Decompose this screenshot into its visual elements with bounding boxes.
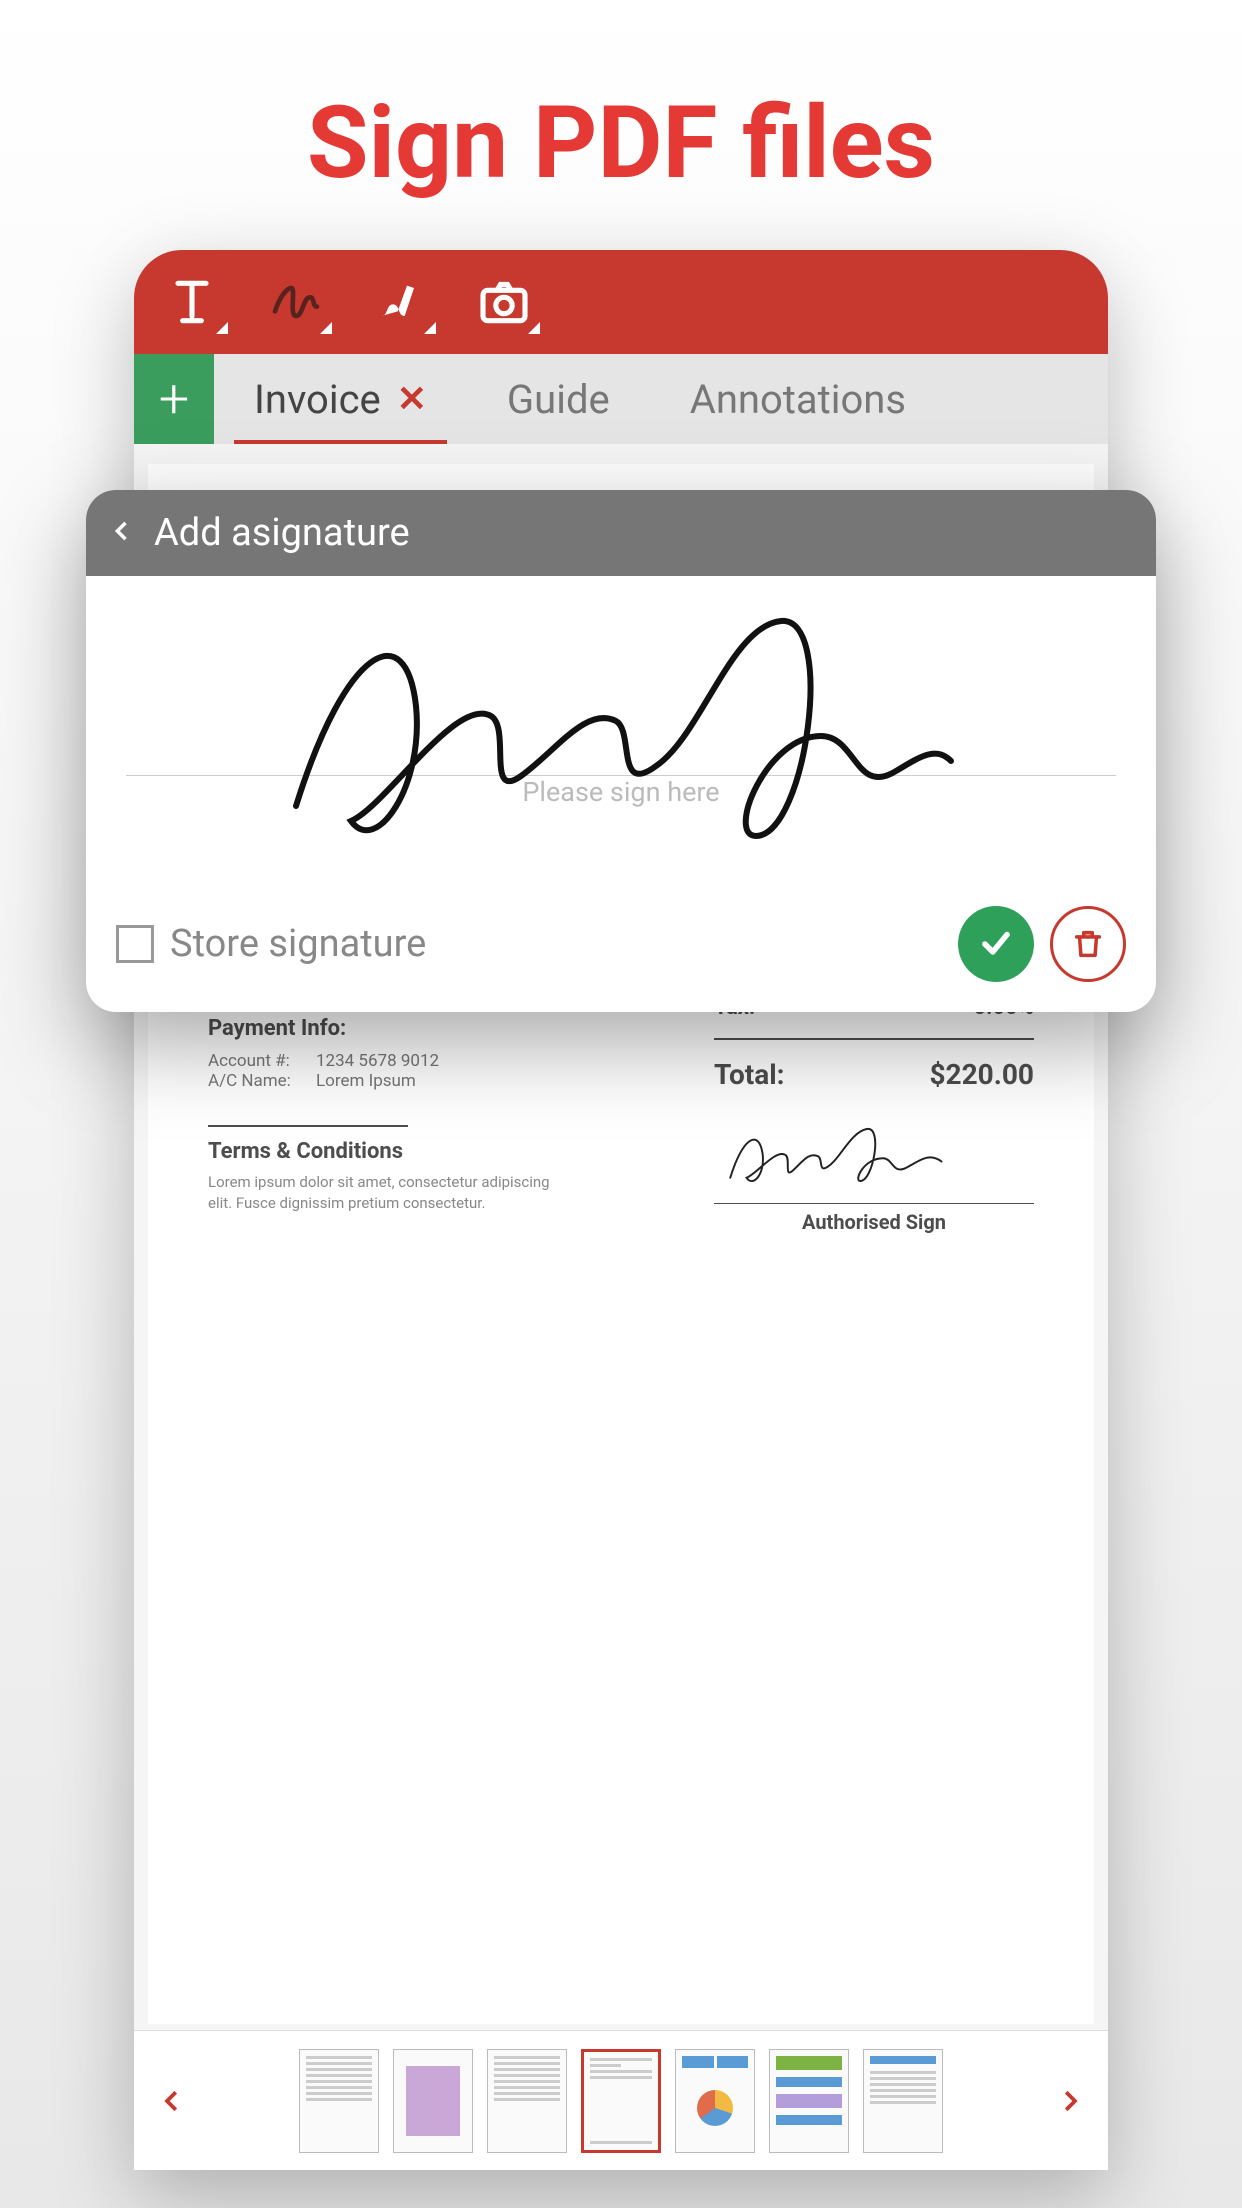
new-tab-button[interactable]: + xyxy=(134,354,214,444)
tab-bar: + Invoice ✕ Guide Annotations xyxy=(134,354,1108,444)
marketing-title: Sign PDF files xyxy=(0,0,1242,202)
tab-label: Invoice xyxy=(254,376,381,423)
signature-tool-icon[interactable] xyxy=(266,272,326,332)
terms-body: Lorem ipsum dolor sit amet, consectetur … xyxy=(208,1172,568,1214)
camera-tool-icon[interactable] xyxy=(474,272,534,332)
page-thumbnail[interactable] xyxy=(487,2049,567,2153)
page-thumbnail[interactable] xyxy=(393,2049,473,2153)
tab-invoice[interactable]: Invoice ✕ xyxy=(214,354,467,444)
close-icon[interactable]: ✕ xyxy=(397,378,427,420)
tab-label: Annotations xyxy=(690,376,906,423)
tab-annotations[interactable]: Annotations xyxy=(650,354,946,444)
back-icon[interactable] xyxy=(108,511,136,555)
prev-page-icon[interactable] xyxy=(152,2081,192,2121)
store-signature-checkbox[interactable] xyxy=(116,925,154,963)
add-signature-dialog: Add asignature Please sign here Store si… xyxy=(86,490,1156,1012)
signature-label: Authorised Sign xyxy=(714,1203,1034,1234)
terms-heading: Terms & Conditions xyxy=(208,1139,674,1164)
tab-guide[interactable]: Guide xyxy=(467,354,650,444)
placed-signature xyxy=(714,1115,974,1195)
signature-pad[interactable]: Please sign here xyxy=(86,576,1156,906)
page-thumbnail[interactable] xyxy=(581,2049,661,2153)
page-thumbnail[interactable] xyxy=(299,2049,379,2153)
page-thumbnail-bar xyxy=(134,2030,1108,2170)
delete-button[interactable] xyxy=(1050,906,1126,982)
text-tool-icon[interactable] xyxy=(162,272,222,332)
page-thumbnail[interactable] xyxy=(863,2049,943,2153)
store-signature-label: Store signature xyxy=(170,922,942,966)
page-thumbnail[interactable] xyxy=(769,2049,849,2153)
tab-label: Guide xyxy=(507,376,610,423)
top-toolbar xyxy=(134,250,1108,354)
payment-heading: Payment Info: xyxy=(208,1016,674,1041)
dialog-header: Add asignature xyxy=(86,490,1156,576)
next-page-icon[interactable] xyxy=(1050,2081,1090,2121)
draw-tool-icon[interactable] xyxy=(370,272,430,332)
page-thumbnail[interactable] xyxy=(675,2049,755,2153)
dialog-title: Add asignature xyxy=(154,511,410,555)
signature-stroke xyxy=(256,586,956,866)
confirm-button[interactable] xyxy=(958,906,1034,982)
